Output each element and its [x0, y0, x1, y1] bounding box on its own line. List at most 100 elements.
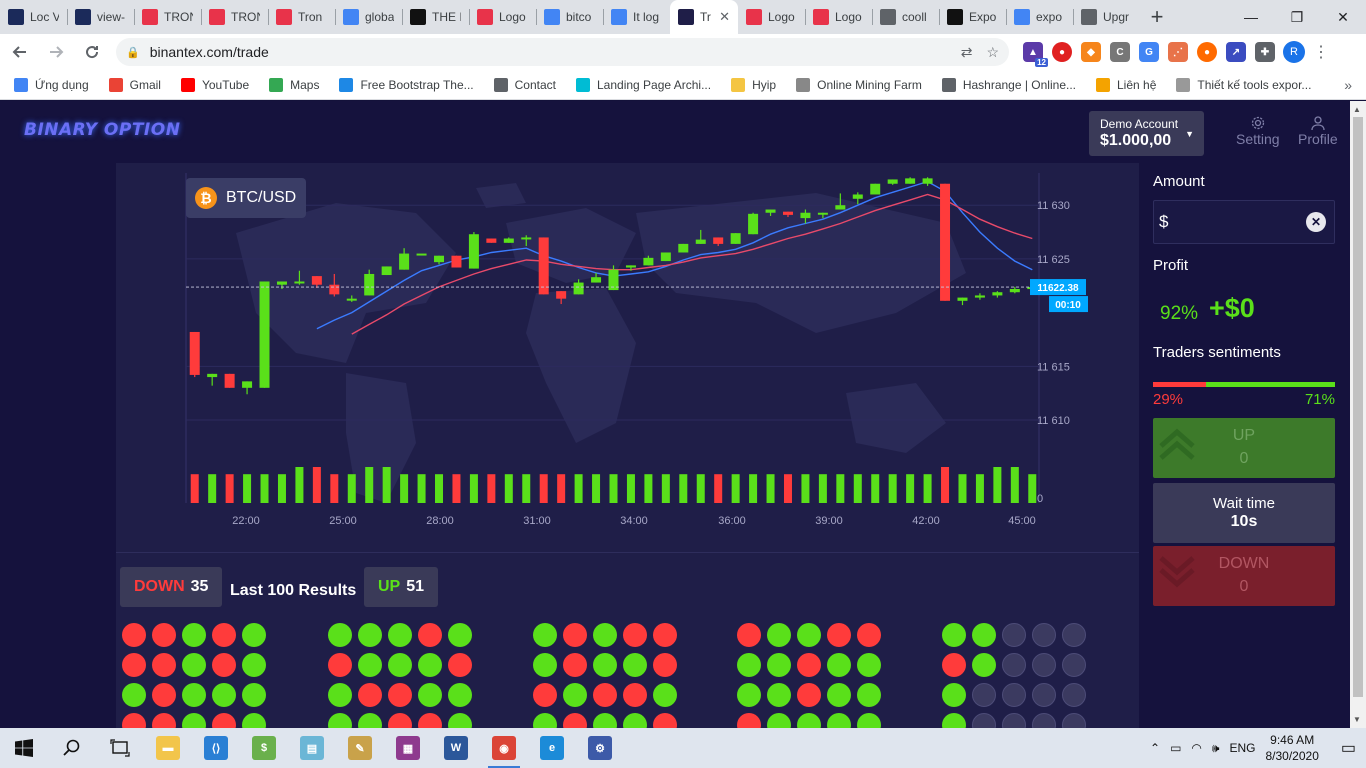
scroll-down-icon[interactable]: ▼	[1353, 715, 1361, 724]
down-button[interactable]: DOWN 0	[1153, 546, 1335, 606]
browser-tab[interactable]: THE I	[402, 0, 469, 34]
taskbar-app-button[interactable]: ◉	[480, 728, 528, 768]
reload-button[interactable]	[76, 36, 108, 68]
browser-tab[interactable]: TRON	[201, 0, 268, 34]
browser-tab[interactable]: cooll	[872, 0, 939, 34]
metamask-icon[interactable]: ◆	[1081, 42, 1101, 62]
bookmark-item[interactable]: Hyip	[731, 77, 776, 92]
close-window-button[interactable]: ✕	[1320, 0, 1366, 34]
candlestick-chart[interactable]: 11 630 11 625 11 615 11 610 0 22:00 25:00 28:00…	[116, 163, 1139, 553]
scrollbar-thumb[interactable]	[1353, 117, 1363, 697]
binary-option-logo[interactable]: BINARY OPTION	[24, 120, 180, 140]
y-tick-label: 11 615	[1037, 361, 1070, 373]
volume-icon[interactable]: 🕪	[1212, 741, 1220, 756]
browser-tab[interactable]: expo	[1006, 0, 1073, 34]
amount-field[interactable]: $ ✕	[1153, 200, 1335, 244]
profile-nav[interactable]: Profile	[1298, 115, 1338, 147]
browser-tab[interactable]: Logo	[738, 0, 805, 34]
browser-tab[interactable]: Upgr	[1073, 0, 1140, 34]
up-button[interactable]: UP 0	[1153, 418, 1335, 478]
browser-tab[interactable]: Tr ✕	[670, 0, 738, 34]
system-clock[interactable]: 9:46 AM 8/30/2020	[1265, 732, 1318, 764]
bookmark-item[interactable]: Free Bootstrap The...	[339, 77, 474, 92]
bookmark-item[interactable]: Gmail	[108, 77, 161, 92]
bookmark-star-icon[interactable]: ☆	[986, 44, 999, 61]
amount-input[interactable]	[1172, 213, 1293, 231]
bookmark-item[interactable]: Online Mining Farm	[796, 77, 922, 92]
start-button[interactable]	[0, 728, 48, 768]
browser-tab[interactable]: TRON	[134, 0, 201, 34]
extension-hat-icon[interactable]: ▲ 12	[1023, 42, 1048, 67]
down-result-dot	[448, 653, 472, 677]
browser-tab[interactable]: Tron	[268, 0, 335, 34]
bookmark-item[interactable]: Maps	[269, 77, 319, 92]
browser-tab[interactable]: Logo	[805, 0, 872, 34]
minimize-button[interactable]: —	[1228, 0, 1274, 34]
down-result-dot	[737, 623, 761, 647]
up-result-dot	[767, 713, 791, 728]
task-view-button[interactable]	[96, 728, 144, 768]
browser-tab[interactable]: Loc V	[0, 0, 67, 34]
pair-selector[interactable]: ₿ BTC/USD	[186, 178, 306, 218]
bookmark-item[interactable]: Thiết kế tools expor...	[1176, 77, 1311, 92]
back-button[interactable]	[4, 36, 36, 68]
taskbar-app-button[interactable]: $	[240, 728, 288, 768]
extension-c-icon[interactable]: C	[1110, 42, 1130, 62]
search-button[interactable]	[48, 728, 96, 768]
taskbar-app-button[interactable]: ▦	[384, 728, 432, 768]
extension-fire-icon[interactable]: ●	[1197, 42, 1217, 62]
google-g-icon	[343, 9, 359, 25]
page-scrollbar[interactable]: ▲ ▼	[1350, 101, 1366, 728]
volume-bar	[330, 474, 339, 503]
price-chart-panel[interactable]: 11 630 11 625 11 615 11 610 0 22:00 25:00 28:00…	[116, 163, 1139, 553]
taskbar-app-button[interactable]: ✎	[336, 728, 384, 768]
bookmark-item[interactable]: Landing Page Archi...	[576, 77, 711, 92]
tab-close-icon[interactable]: ✕	[719, 9, 730, 25]
extension-arrow-icon[interactable]: ↗	[1226, 42, 1246, 62]
battery-icon[interactable]: ▭	[1170, 741, 1181, 755]
maximize-button[interactable]: ❐	[1274, 0, 1320, 34]
trade-sidebar: Amount $ ✕ Profit 92% +$0 Traders sentim…	[1139, 163, 1350, 728]
taskbar-app-button[interactable]: e	[528, 728, 576, 768]
bookmark-item[interactable]: Hashrange | Online...	[941, 77, 1076, 92]
browser-tab[interactable]: Logo	[469, 0, 536, 34]
browser-tab[interactable]: It log	[603, 0, 670, 34]
browser-tab[interactable]: globa	[335, 0, 402, 34]
google-translate-icon[interactable]: G	[1139, 42, 1159, 62]
address-bar[interactable]: 🔒 binantex.com/trade ⇄ ☆	[116, 38, 1009, 66]
taskbar-app-button[interactable]: ⚙	[576, 728, 624, 768]
bookmark-item[interactable]: YouTube	[180, 77, 249, 92]
tray-overflow-icon[interactable]: ⌃	[1150, 741, 1160, 755]
bookmark-item[interactable]: Contact	[493, 77, 556, 92]
bookmarks-more-button[interactable]: »	[1344, 77, 1352, 93]
taskbar-app-button[interactable]: ▤	[288, 728, 336, 768]
bookmark-item[interactable]: Liên hệ	[1096, 77, 1156, 92]
notification-icon[interactable]: ▭	[1341, 738, 1356, 758]
url-text[interactable]: binantex.com/trade	[150, 44, 947, 60]
browser-tab[interactable]: bitco	[536, 0, 603, 34]
lock-icon[interactable]: 🔒	[126, 46, 140, 59]
taskbar-app-button[interactable]: ⟨⟩	[192, 728, 240, 768]
scroll-up-icon[interactable]: ▲	[1353, 105, 1361, 114]
extensions-puzzle-icon[interactable]: ✚	[1255, 42, 1275, 62]
down-result-dot	[623, 683, 647, 707]
candle-up	[905, 178, 916, 184]
setting-nav[interactable]: Setting	[1236, 115, 1280, 147]
close-icon[interactable]: ✕	[1306, 212, 1326, 232]
empty-result-dot	[1002, 653, 1026, 677]
taskbar-app-button[interactable]: ▬	[144, 728, 192, 768]
new-tab-button[interactable]: +	[1140, 0, 1174, 34]
browser-menu-icon[interactable]: ⋮	[1311, 42, 1331, 62]
bookmark-item[interactable]: Ứng dụng	[14, 77, 89, 92]
forward-button[interactable]	[40, 36, 72, 68]
taskbar-app-button[interactable]: W	[432, 728, 480, 768]
browser-tab[interactable]: Expo	[939, 0, 1006, 34]
translate-icon[interactable]: ⇄	[961, 44, 973, 61]
profile-avatar[interactable]: R	[1283, 41, 1305, 63]
browser-tab[interactable]: view-	[67, 0, 134, 34]
adblock-icon[interactable]: ●	[1052, 42, 1072, 62]
input-language[interactable]: ENG	[1229, 741, 1255, 755]
extension-share-icon[interactable]: ⋰	[1168, 42, 1188, 62]
wifi-icon[interactable]: ◠	[1191, 741, 1201, 755]
account-selector[interactable]: Demo Account $1.000,00 ▼	[1089, 111, 1204, 156]
